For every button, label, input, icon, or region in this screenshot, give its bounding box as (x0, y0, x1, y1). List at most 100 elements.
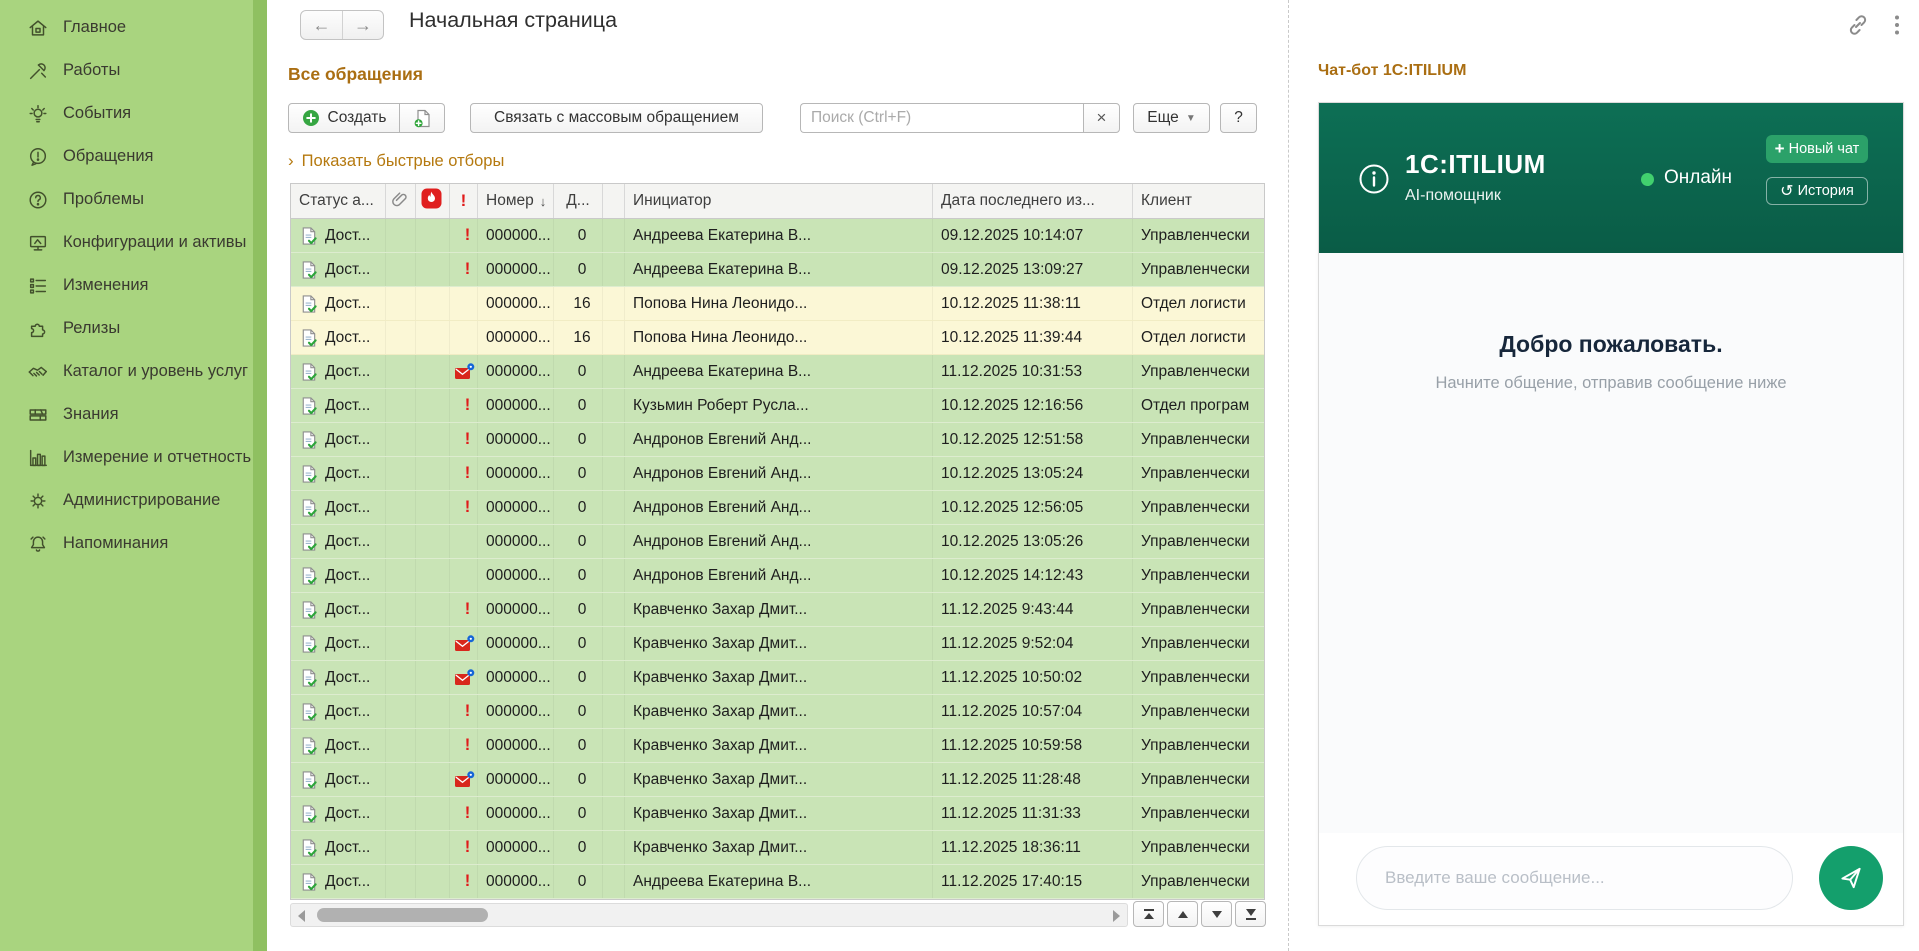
cell-days: 0 (554, 661, 603, 694)
column-header-spacer[interactable] (603, 184, 625, 218)
create-button[interactable]: Создать (288, 103, 400, 133)
cell-attachment (386, 627, 416, 660)
go-last-row-button[interactable] (1235, 901, 1266, 927)
table-row[interactable]: Дост...!000000...0Андронов Евгений Анд..… (291, 423, 1264, 457)
table-row[interactable]: Дост...000000...0Андронов Евгений Анд...… (291, 525, 1264, 559)
go-prev-icon (1176, 908, 1190, 921)
cell-number: 000000... (478, 219, 554, 252)
send-message-button[interactable] (1819, 846, 1883, 910)
table-row[interactable]: Дост...!000000...0Кравченко Захар Дмит..… (291, 797, 1264, 831)
cell-attachment (386, 559, 416, 592)
sidebar-item-works[interactable]: Работы (0, 49, 253, 92)
chevron-down-icon: ▼ (1186, 113, 1196, 124)
cell-spacer (603, 287, 625, 320)
status-text: Дост... (325, 533, 370, 551)
cell-number: 000000... (478, 389, 554, 422)
paper-plane-icon (1837, 864, 1865, 892)
sidebar-item-releases[interactable]: Релизы (0, 307, 253, 350)
important-icon: ! (465, 838, 471, 857)
cell-client: Управленчески (1133, 423, 1264, 456)
history-nav-group: ← → (300, 10, 384, 40)
cell-date: 10.12.2025 12:16:56 (933, 389, 1133, 422)
table-row[interactable]: Дост...000000...0Кравченко Захар Дмит...… (291, 627, 1264, 661)
search-input[interactable] (800, 103, 1083, 133)
status-text: Дост... (325, 431, 370, 449)
table-row[interactable]: Дост...!000000...0Кузьмин Роберт Русла..… (291, 389, 1264, 423)
column-header-clip[interactable] (386, 184, 416, 218)
cell-initiator: Андреева Екатерина В... (625, 253, 933, 286)
horizontal-scrollbar[interactable] (290, 903, 1128, 927)
sidebar-item-label: Работы (63, 61, 120, 80)
quick-filters-toggle[interactable]: › Показать быстрые отборы (288, 151, 504, 171)
column-header-status[interactable]: Статус а... (291, 184, 386, 218)
document-check-icon (299, 634, 318, 654)
cell-status: Дост... (291, 287, 386, 320)
sidebar-item-catalog[interactable]: Каталог и уровень услуг (0, 350, 253, 393)
sidebar-item-reminders[interactable]: Напоминания (0, 522, 253, 565)
cell-spacer (603, 525, 625, 558)
cell-marker (450, 661, 478, 694)
column-header-initiator[interactable]: Инициатор (625, 184, 933, 218)
column-header-number[interactable]: Номер↓ (478, 184, 554, 218)
table-row[interactable]: Дост...000000...0Кравченко Захар Дмит...… (291, 661, 1264, 695)
more-button[interactable]: Еще ▼ (1133, 103, 1210, 133)
column-header-fire[interactable] (416, 184, 450, 218)
help-button[interactable]: ? (1220, 103, 1257, 133)
cell-status: Дост... (291, 525, 386, 558)
go-next-row-button[interactable] (1201, 901, 1232, 927)
table-row[interactable]: Дост...000000...0Андреева Екатерина В...… (291, 355, 1264, 389)
search-group: × (800, 103, 1120, 133)
sidebar-item-reporting[interactable]: Измерение и отчетность (0, 436, 253, 479)
scroll-left-icon[interactable] (298, 910, 305, 922)
create-from-template-button[interactable] (400, 103, 445, 133)
cell-attachment (386, 423, 416, 456)
cell-attachment (386, 865, 416, 898)
sidebar-item-requests[interactable]: Обращения (0, 135, 253, 178)
home-icon (27, 17, 49, 39)
chat-message-input[interactable] (1356, 846, 1793, 910)
table-row[interactable]: Дост...000000...0Кравченко Захар Дмит...… (291, 763, 1264, 797)
table-row[interactable]: Дост...!000000...0Андронов Евгений Анд..… (291, 457, 1264, 491)
table-row[interactable]: Дост...!000000...0Кравченко Захар Дмит..… (291, 695, 1264, 729)
column-header-excl[interactable]: ! (450, 184, 478, 218)
table-row[interactable]: Дост...!000000...0Андреева Екатерина В..… (291, 219, 1264, 253)
column-header-client[interactable]: Клиент (1133, 184, 1264, 218)
new-chat-button[interactable]: + Новый чат (1766, 135, 1868, 163)
column-header-days[interactable]: Д... (554, 184, 603, 218)
table-row[interactable]: Дост...!000000...0Кравченко Захар Дмит..… (291, 593, 1264, 627)
online-status-label: Онлайн (1664, 167, 1732, 189)
forward-button[interactable]: → (342, 11, 383, 39)
scroll-right-icon[interactable] (1113, 910, 1120, 922)
link-mass-request-button[interactable]: Связать с массовым обращением (470, 103, 763, 133)
row-navigation-group (1133, 901, 1266, 927)
kebab-menu-icon[interactable] (1894, 14, 1900, 36)
sidebar-item-configurations[interactable]: Конфигурации и активы (0, 221, 253, 264)
info-icon[interactable] (1357, 162, 1391, 201)
go-first-row-button[interactable] (1133, 901, 1164, 927)
sidebar-item-administration[interactable]: Администрирование (0, 479, 253, 522)
table-row[interactable]: Дост...000000...16Попова Нина Леонидо...… (291, 287, 1264, 321)
requests-table-header: Статус а...!Номер↓Д... ИнициаторДата посл… (291, 184, 1264, 219)
copy-link-icon[interactable] (1846, 13, 1870, 37)
sidebar-item-events[interactable]: События (0, 92, 253, 135)
table-row[interactable]: Дост...000000...16Попова Нина Леонидо...… (291, 321, 1264, 355)
sidebar-item-home[interactable]: Главное (0, 6, 253, 49)
sidebar-item-changes[interactable]: Изменения (0, 264, 253, 307)
history-button[interactable]: ↺ История (1766, 177, 1868, 205)
go-prev-row-button[interactable] (1167, 901, 1198, 927)
cell-initiator: Кравченко Захар Дмит... (625, 831, 933, 864)
cell-client: Управленчески (1133, 627, 1264, 660)
table-row[interactable]: Дост...!000000...0Андронов Евгений Анд..… (291, 491, 1264, 525)
table-row[interactable]: Дост...000000...0Андронов Евгений Анд...… (291, 559, 1264, 593)
column-header-date[interactable]: Дата последнего из... (933, 184, 1133, 218)
table-row[interactable]: Дост...!000000...0Андреева Екатерина В..… (291, 253, 1264, 287)
scrollbar-thumb[interactable] (317, 908, 488, 922)
sidebar-item-problems[interactable]: Проблемы (0, 178, 253, 221)
table-row[interactable]: Дост...!000000...0Кравченко Захар Дмит..… (291, 729, 1264, 763)
cell-days: 0 (554, 491, 603, 524)
back-button[interactable]: ← (301, 11, 342, 39)
search-clear-button[interactable]: × (1083, 103, 1120, 133)
sidebar-item-knowledge[interactable]: Знания (0, 393, 253, 436)
table-row[interactable]: Дост...!000000...0Кравченко Захар Дмит..… (291, 831, 1264, 865)
table-row[interactable]: Дост...!000000...0Андреева Екатерина В..… (291, 865, 1264, 899)
